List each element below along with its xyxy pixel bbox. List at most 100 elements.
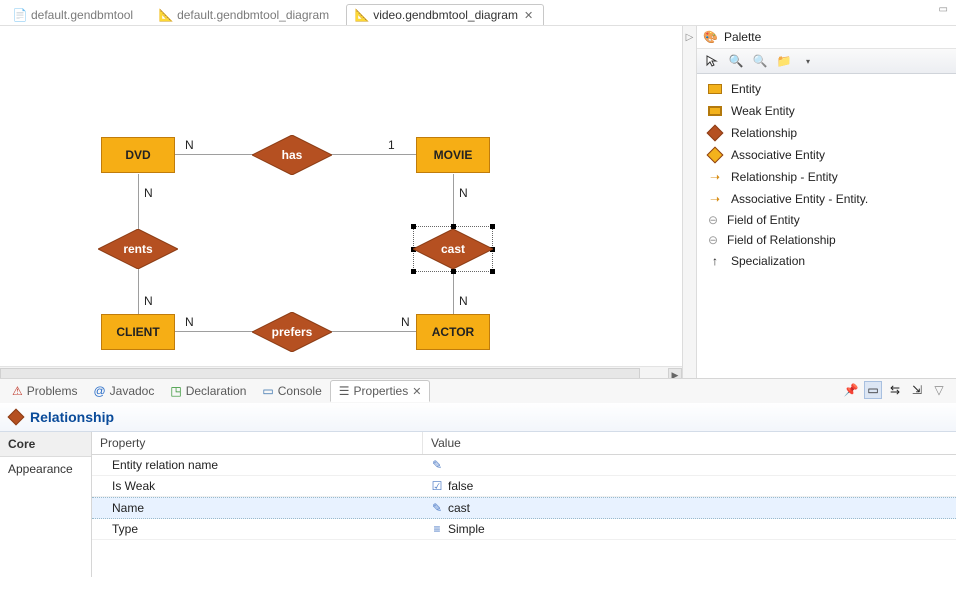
cardinality-label: N: [459, 186, 468, 200]
edge-prefers-actor: [331, 331, 416, 332]
weak-entity-icon: [707, 103, 723, 119]
palette-item-entity[interactable]: Entity: [697, 78, 956, 100]
tab-declaration[interactable]: ◳Declaration: [162, 381, 254, 401]
diagram-canvas[interactable]: N 1 N N N N N N DVD MOVIE CLIENT ACTOR h…: [0, 26, 678, 366]
categories-icon[interactable]: ⇆: [886, 381, 904, 399]
properties-body: Core Appearance Property Value Entity re…: [0, 432, 956, 577]
side-tab-appearance[interactable]: Appearance: [0, 457, 91, 481]
property-row-selected[interactable]: Name ✎cast: [92, 497, 956, 519]
specialization-icon: ↑: [707, 253, 723, 269]
tab-label: default.gendbmtool: [31, 8, 133, 22]
advanced-icon[interactable]: ⇲: [908, 381, 926, 399]
property-name: Type: [92, 519, 422, 539]
zoom-out-icon[interactable]: 🔍: [751, 52, 769, 70]
tab-javadoc[interactable]: @Javadoc: [85, 381, 162, 401]
palette-item-weak-entity[interactable]: Weak Entity: [697, 100, 956, 122]
file-icon: 📄: [13, 8, 27, 22]
cardinality-label: N: [459, 294, 468, 308]
folder-icon[interactable]: 📁: [775, 52, 793, 70]
editor-window-controls: ▭: [939, 4, 948, 15]
problems-icon: ⚠: [12, 384, 23, 398]
property-name: Is Weak: [92, 476, 422, 496]
bottom-panel: ⚠Problems @Javadoc ◳Declaration ▭Console…: [0, 378, 956, 577]
cursor-tool-icon[interactable]: [703, 52, 721, 70]
entity-icon: [707, 81, 723, 97]
edge-movie-cast: [453, 174, 454, 230]
relationship-prefers[interactable]: prefers: [252, 312, 332, 352]
property-value: Simple: [448, 522, 485, 536]
relationship-cast-selected[interactable]: cast: [413, 229, 493, 269]
edge-dvd-rents: [138, 174, 139, 230]
entity-client[interactable]: CLIENT: [101, 314, 175, 350]
edge-has-movie: [331, 154, 416, 155]
pin-icon[interactable]: 📌: [842, 381, 860, 399]
editor-tab-active[interactable]: 📐 video.gendbmtool_diagram ✕: [346, 4, 544, 25]
field-icon: ⊖: [707, 214, 719, 226]
entity-dvd[interactable]: DVD: [101, 137, 175, 173]
cardinality-label: N: [185, 138, 194, 152]
relationship-rents[interactable]: rents: [98, 229, 178, 269]
close-icon[interactable]: ✕: [524, 9, 533, 22]
assoc-entity-icon: [707, 147, 723, 163]
tab-problems[interactable]: ⚠Problems: [4, 381, 85, 401]
console-icon: ▭: [262, 384, 273, 398]
properties-grid: Property Value Entity relation name ✎ Is…: [92, 432, 956, 577]
palette-item-specialization[interactable]: ↑Specialization: [697, 250, 956, 272]
column-property: Property: [92, 432, 422, 454]
column-value: Value: [422, 432, 956, 454]
palette-item-rel-entity[interactable]: ➝Relationship - Entity: [697, 166, 956, 188]
minimize-icon[interactable]: ▭: [939, 4, 948, 15]
view-menu-icon[interactable]: ▭: [864, 381, 882, 399]
horizontal-scrollbar[interactable]: ▶: [0, 366, 682, 378]
edge-cast-actor: [453, 268, 454, 314]
scroll-right-icon[interactable]: ▶: [668, 368, 682, 378]
property-name: Entity relation name: [92, 455, 422, 475]
bottom-tabs: ⚠Problems @Javadoc ◳Declaration ▭Console…: [0, 379, 956, 403]
field-icon: ⊖: [707, 234, 719, 246]
relationship-has[interactable]: has: [252, 135, 332, 175]
main-area: N 1 N N N N N N DVD MOVIE CLIENT ACTOR h…: [0, 26, 956, 378]
side-tab-core[interactable]: Core: [0, 432, 91, 457]
editor-tab[interactable]: 📄 default.gendbmtool: [4, 4, 144, 25]
palette-item-assoc-rel[interactable]: ➝Associative Entity - Entity.: [697, 188, 956, 210]
palette-title: Palette: [724, 30, 761, 44]
palette-panel: 🎨 Palette 🔍 🔍 📁 ▾ Entity Weak Entity Rel…: [696, 26, 956, 378]
palette-item-assoc-entity[interactable]: Associative Entity: [697, 144, 956, 166]
assoc-rel-icon: ➝: [707, 191, 723, 207]
declaration-icon: ◳: [170, 384, 181, 398]
entity-actor[interactable]: ACTOR: [416, 314, 490, 350]
editor-tabs: 📄 default.gendbmtool 📐 default.gendbmtoo…: [0, 0, 956, 26]
edge-dvd-has: [175, 154, 253, 155]
scrollbar-thumb[interactable]: [0, 368, 640, 378]
value-icon: ☑: [430, 480, 444, 492]
cardinality-label: N: [144, 186, 153, 200]
palette-item-field-entity[interactable]: ⊖Field of Entity: [697, 210, 956, 230]
minimize-icon[interactable]: ▽: [930, 381, 948, 399]
edge-client-prefers: [175, 331, 253, 332]
entity-movie[interactable]: MOVIE: [416, 137, 490, 173]
property-row[interactable]: Type ≡Simple: [92, 519, 956, 540]
close-icon[interactable]: ✕: [412, 385, 421, 398]
property-row[interactable]: Entity relation name ✎: [92, 455, 956, 476]
edge-rents-client: [138, 268, 139, 314]
cardinality-label: N: [144, 294, 153, 308]
tab-console[interactable]: ▭Console: [254, 381, 329, 401]
palette-icon: 🎨: [703, 30, 718, 44]
properties-icon: ☰: [339, 384, 350, 398]
relationship-icon: [707, 125, 723, 141]
rel-entity-icon: ➝: [707, 169, 723, 185]
diagram-icon: 📐: [355, 8, 369, 22]
palette-collapse-gutter[interactable]: ▷: [682, 26, 696, 378]
javadoc-icon: @: [93, 384, 105, 398]
dropdown-icon[interactable]: ▾: [799, 52, 817, 70]
tab-properties[interactable]: ☰Properties✕: [330, 380, 431, 402]
palette-item-relationship[interactable]: Relationship: [697, 122, 956, 144]
zoom-in-icon[interactable]: 🔍: [727, 52, 745, 70]
property-row[interactable]: Is Weak ☑false: [92, 476, 956, 497]
grid-header: Property Value: [92, 432, 956, 455]
palette-item-field-rel[interactable]: ⊖Field of Relationship: [697, 230, 956, 250]
cardinality-label: N: [401, 315, 410, 329]
tab-label: video.gendbmtool_diagram: [373, 8, 518, 22]
property-value: cast: [448, 501, 470, 515]
editor-tab[interactable]: 📐 default.gendbmtool_diagram: [150, 4, 340, 25]
